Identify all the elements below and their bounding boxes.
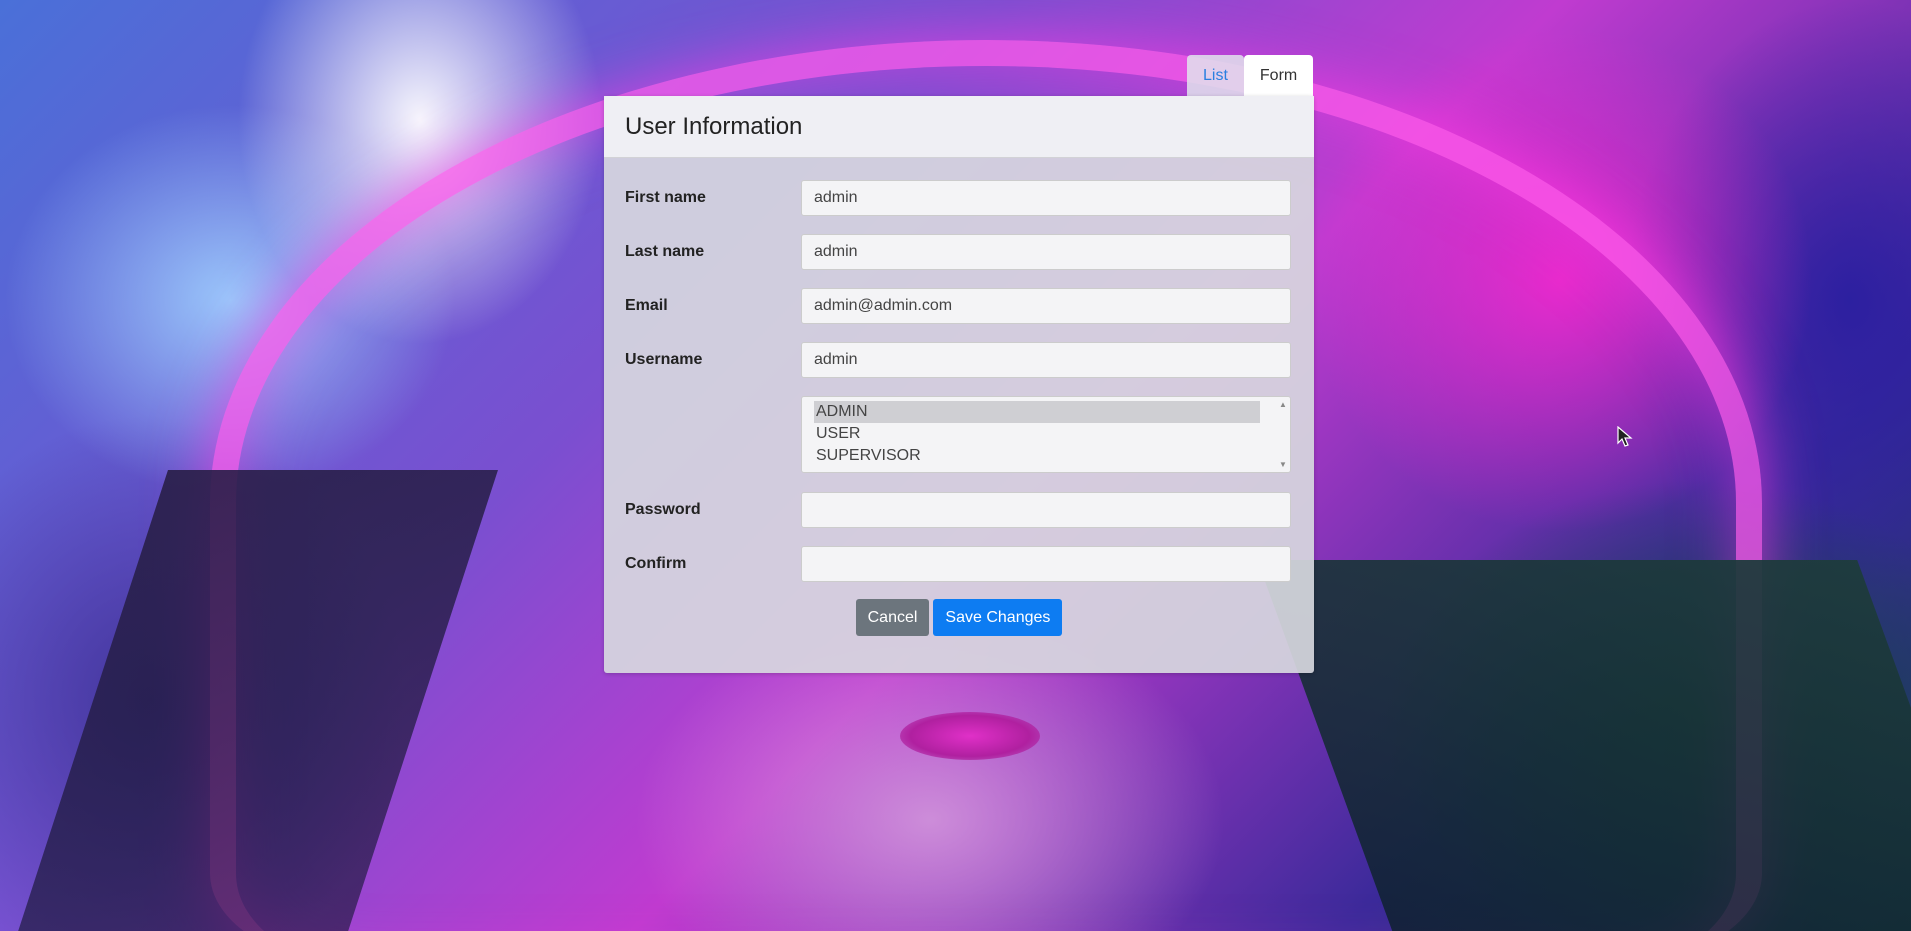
user-information-panel: User Information First name Last name Em… xyxy=(604,96,1314,673)
last-name-input[interactable] xyxy=(801,234,1291,270)
password-row: Password xyxy=(625,492,1293,528)
password-input[interactable] xyxy=(801,492,1291,528)
first-name-row: First name xyxy=(625,180,1293,216)
first-name-label: First name xyxy=(625,189,706,206)
last-name-label: Last name xyxy=(625,243,705,260)
email-label: Email xyxy=(625,297,668,314)
username-row: Username xyxy=(625,342,1293,378)
background-lips xyxy=(900,712,1040,760)
email-row: Email xyxy=(625,288,1293,324)
role-option-supervisor[interactable]: SUPERVISOR xyxy=(814,445,1260,467)
roles-scrollbar[interactable]: ▲ ▼ xyxy=(1276,397,1290,472)
tab-list[interactable]: List xyxy=(1187,55,1244,96)
save-changes-button[interactable]: Save Changes xyxy=(933,599,1063,636)
role-option-user[interactable]: USER xyxy=(814,423,1260,445)
view-tabs: List Form xyxy=(1187,55,1314,96)
panel-title: User Information xyxy=(604,96,1314,158)
confirm-row: Confirm xyxy=(625,546,1293,582)
confirm-label: Confirm xyxy=(625,555,687,572)
scroll-up-arrow-icon[interactable]: ▲ xyxy=(1279,400,1287,409)
cancel-button[interactable]: Cancel xyxy=(855,599,930,636)
confirm-password-input[interactable] xyxy=(801,546,1291,582)
form-actions: Cancel Save Changes xyxy=(604,599,1314,636)
last-name-row: Last name xyxy=(625,234,1293,270)
scroll-down-arrow-icon[interactable]: ▼ xyxy=(1279,460,1287,469)
role-option-admin[interactable]: ADMIN xyxy=(814,401,1260,423)
username-label: Username xyxy=(625,351,703,368)
email-input[interactable] xyxy=(801,288,1291,324)
tab-form[interactable]: Form xyxy=(1243,55,1314,96)
roles-select[interactable]: ADMIN USER SUPERVISOR ▲ ▼ xyxy=(801,396,1291,473)
first-name-input[interactable] xyxy=(801,180,1291,216)
password-label: Password xyxy=(625,501,701,518)
username-input[interactable] xyxy=(801,342,1291,378)
